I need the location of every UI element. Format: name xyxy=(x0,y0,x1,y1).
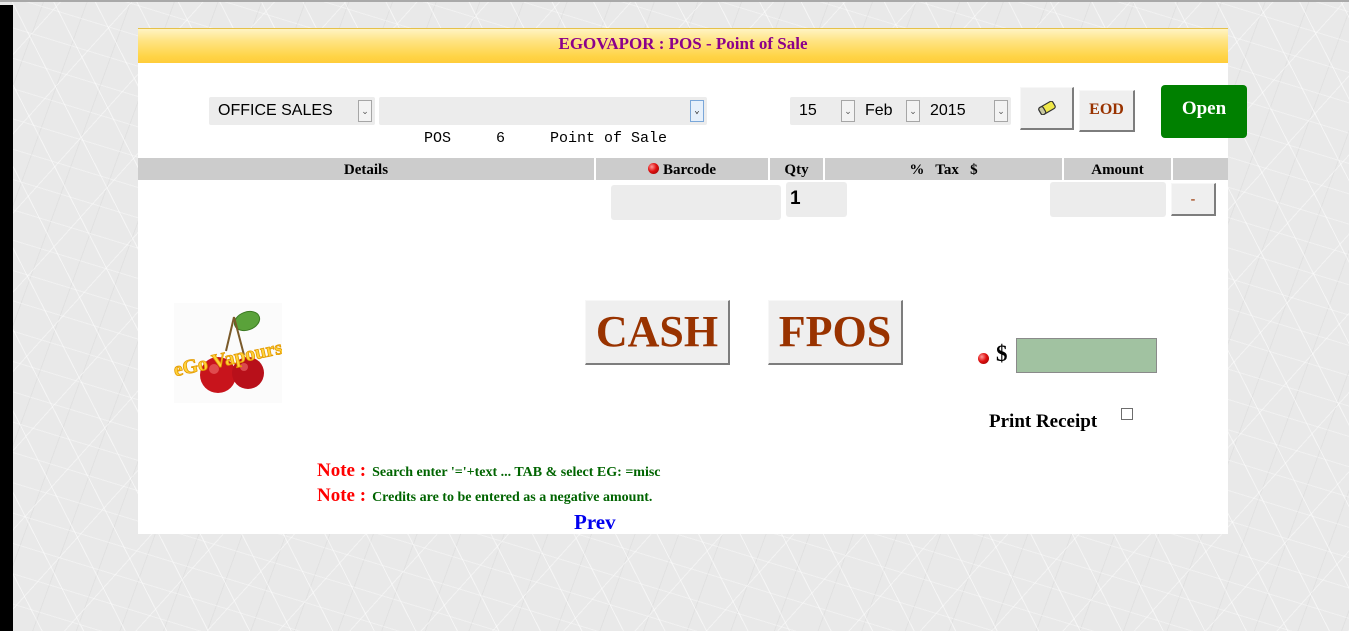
column-header-amount: Amount xyxy=(1064,158,1171,180)
chevron-down-icon[interactable]: ⌄ xyxy=(906,100,920,122)
note-label: Note : xyxy=(317,485,367,506)
column-header-tax: % Tax $ xyxy=(825,158,1062,180)
month-select[interactable]: Feb ⌄ xyxy=(856,97,923,125)
month-select-value: Feb xyxy=(865,102,893,119)
eraser-icon xyxy=(1037,100,1056,116)
currency-symbol: $ xyxy=(996,341,1008,366)
year-select[interactable]: 2015 ⌄ xyxy=(921,97,1011,125)
tendered-amount-input[interactable] xyxy=(1016,338,1157,373)
fpos-button[interactable]: FPOS xyxy=(768,300,903,365)
chevron-down-icon[interactable]: ⌄ xyxy=(690,100,704,122)
required-icon xyxy=(978,353,989,364)
pos-panel: EGOVAPOR : POS - Point of Sale OFFICE SA… xyxy=(138,28,1228,534)
chevron-down-icon[interactable]: ⌄ xyxy=(994,100,1008,122)
open-button[interactable]: Open xyxy=(1161,85,1247,138)
clear-button[interactable] xyxy=(1020,87,1074,130)
note-search: Note : Search enter '='+text ... TAB & s… xyxy=(317,460,661,482)
left-edge-bar xyxy=(0,5,13,631)
note-text: Search enter '='+text ... TAB & select E… xyxy=(372,465,661,480)
barcode-header-label: Barcode xyxy=(662,162,717,178)
required-icon xyxy=(647,163,659,174)
items-table-header: Details Barcode Qty % Tax $ Amount xyxy=(138,158,1228,180)
print-receipt-checkbox[interactable] xyxy=(1121,408,1133,420)
remove-line-button[interactable]: - xyxy=(1171,183,1216,216)
column-header-qty: Qty xyxy=(770,158,823,180)
column-header-actions xyxy=(1173,158,1228,180)
note-credits: Note : Credits are to be entered as a ne… xyxy=(317,485,652,507)
egovapours-logo: eGo Vapours xyxy=(174,303,282,403)
page-title: EGOVAPOR : POS - Point of Sale xyxy=(138,28,1228,63)
qty-input[interactable]: 1 xyxy=(786,182,847,217)
chevron-down-icon[interactable]: ⌄ xyxy=(358,100,372,122)
year-select-value: 2015 xyxy=(930,102,966,119)
day-select-value: 15 xyxy=(799,102,817,119)
note-label: Note : xyxy=(317,460,367,481)
department-select-value: OFFICE SALES xyxy=(218,102,333,119)
window-top-border xyxy=(0,0,1349,2)
note-text: Credits are to be entered as a negative … xyxy=(372,490,653,505)
cash-button[interactable]: CASH xyxy=(585,300,730,365)
prev-link[interactable]: Prev xyxy=(574,510,616,535)
chevron-down-icon[interactable]: ⌄ xyxy=(841,100,855,122)
department-select[interactable]: OFFICE SALES ⌄ xyxy=(209,97,375,125)
day-select[interactable]: 15 ⌄ xyxy=(790,97,858,125)
print-receipt-label: Print Receipt xyxy=(989,411,1098,432)
amount-input[interactable] xyxy=(1050,182,1166,217)
column-header-barcode: Barcode xyxy=(596,158,768,180)
eod-button[interactable]: EOD xyxy=(1079,90,1135,132)
terminal-select[interactable]: POS 6 Point of Sale ⌄ xyxy=(379,97,707,147)
column-header-details: Details xyxy=(138,158,594,180)
barcode-input[interactable] xyxy=(611,185,781,220)
terminal-select-value: POS 6 Point of Sale xyxy=(424,130,668,147)
